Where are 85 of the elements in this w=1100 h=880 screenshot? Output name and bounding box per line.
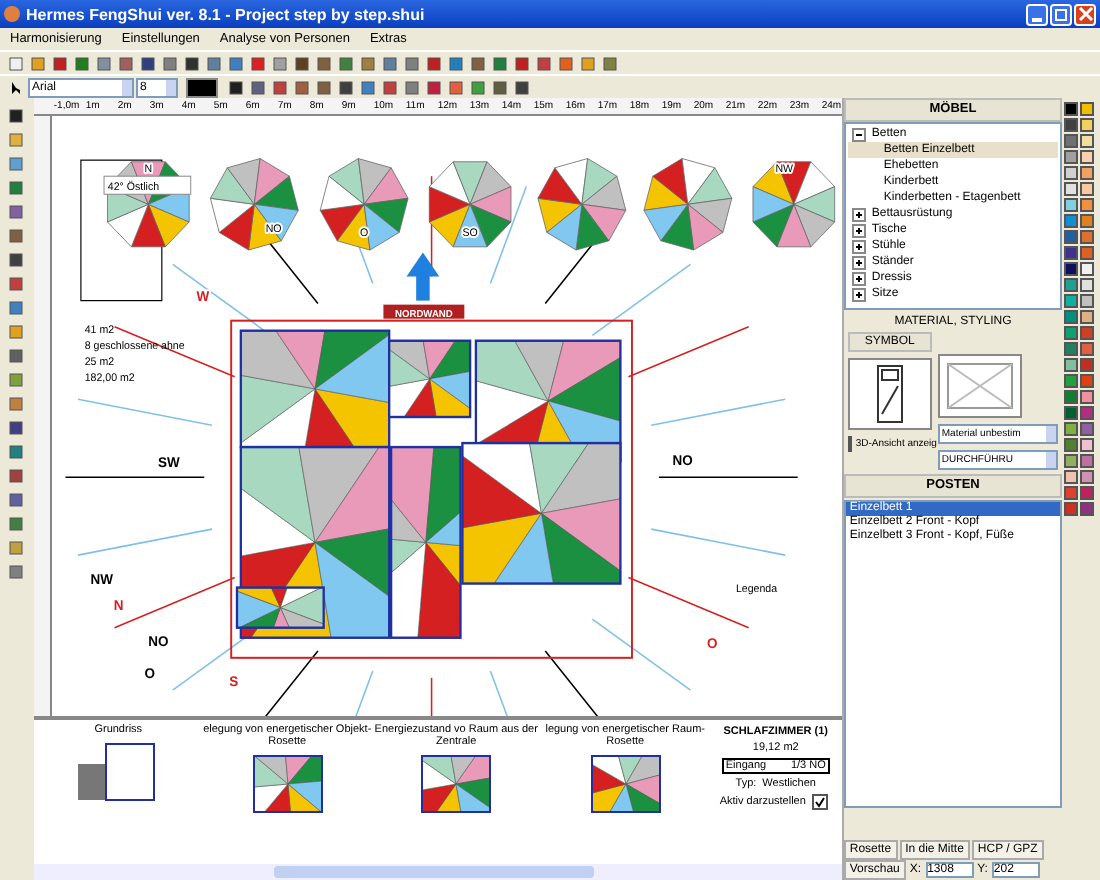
expand-icon[interactable] — [851, 255, 866, 269]
material-preview — [937, 354, 1022, 418]
north-wall-arrow — [406, 252, 440, 301]
color-swatch[interactable] — [1080, 358, 1095, 372]
color-swatch[interactable] — [1080, 214, 1095, 228]
color-swatch[interactable] — [1080, 406, 1095, 420]
close-button[interactable] — [1074, 3, 1096, 25]
tool-icon[interactable] — [6, 418, 27, 438]
color-swatch[interactable] — [1080, 278, 1095, 292]
color-swatch[interactable] — [1064, 182, 1079, 196]
wall-label-box — [383, 304, 465, 319]
color-swatch[interactable] — [1064, 102, 1079, 116]
color-swatch[interactable] — [1080, 198, 1095, 212]
collapse-icon[interactable] — [851, 127, 866, 141]
expand-icon[interactable] — [851, 271, 866, 285]
color-swatch[interactable] — [1064, 310, 1079, 324]
color-swatch[interactable] — [1080, 454, 1095, 468]
tool-icon[interactable] — [6, 106, 27, 126]
color-swatch[interactable] — [1064, 502, 1079, 516]
color-swatch[interactable] — [1080, 438, 1095, 452]
color-swatch[interactable] — [1080, 502, 1095, 516]
color-swatch[interactable] — [1080, 310, 1095, 324]
window-title: Hermes FengShui ver. 8.1 - Project step by step.shui — [26, 5, 427, 23]
expand-icon[interactable] — [851, 207, 866, 221]
color-swatch[interactable] — [1064, 374, 1079, 388]
rosette-drawing — [428, 161, 512, 248]
bed-symbol-icon — [847, 358, 932, 430]
color-swatch[interactable] — [1064, 470, 1079, 484]
color-swatch[interactable] — [1080, 326, 1095, 340]
pointer-icon[interactable] — [6, 77, 26, 97]
color-swatch[interactable] — [1064, 326, 1079, 340]
color-swatch[interactable] — [1080, 422, 1095, 436]
color-swatch[interactable] — [1080, 374, 1095, 388]
color-swatch[interactable] — [1064, 214, 1079, 228]
expand-icon[interactable] — [851, 223, 866, 237]
color-swatch[interactable] — [1080, 262, 1095, 276]
color-swatch[interactable] — [1080, 486, 1095, 500]
color-swatch[interactable] — [1080, 230, 1095, 244]
expand-icon[interactable] — [851, 239, 866, 253]
color-swatch[interactable] — [1064, 454, 1079, 468]
color-swatch[interactable] — [1080, 294, 1095, 308]
color-swatch[interactable] — [1064, 438, 1079, 452]
tool-icon[interactable] — [6, 466, 27, 486]
color-swatch[interactable] — [1064, 198, 1079, 212]
active-checkbox[interactable] — [811, 794, 828, 810]
color-swatch[interactable] — [1080, 246, 1095, 260]
color-swatch[interactable] — [1080, 118, 1095, 132]
rosette-drawing — [537, 158, 626, 251]
color-swatch[interactable] — [1064, 262, 1079, 276]
restore-icon — [1053, 6, 1069, 22]
color-swatch[interactable] — [1064, 486, 1079, 500]
color-swatch[interactable] — [1064, 150, 1079, 164]
color-swatch[interactable] — [1080, 390, 1095, 404]
color-swatch[interactable] — [1064, 246, 1079, 260]
color-swatch[interactable] — [1064, 230, 1079, 244]
color-swatch[interactable] — [1080, 134, 1095, 148]
expand-icon[interactable] — [851, 287, 866, 301]
color-picker[interactable] — [186, 77, 218, 97]
restore-button[interactable] — [1050, 3, 1072, 25]
color-swatch[interactable] — [1080, 102, 1095, 116]
color-swatch[interactable] — [1064, 294, 1079, 308]
color-swatch[interactable] — [1080, 470, 1095, 484]
color-swatch[interactable] — [1064, 166, 1079, 180]
color-swatch[interactable] — [1064, 134, 1079, 148]
color-swatch[interactable] — [1080, 166, 1095, 180]
app-icon — [4, 6, 20, 22]
color-swatch[interactable] — [1064, 118, 1079, 132]
color-swatch[interactable] — [1080, 182, 1095, 196]
color-swatch[interactable] — [1080, 150, 1095, 164]
horizontal-scrollbar[interactable] — [33, 864, 842, 880]
rosette-drawing — [643, 158, 732, 251]
color-swatch[interactable] — [1064, 342, 1079, 356]
direction-label-box — [103, 175, 191, 195]
rosette-drawing — [752, 161, 835, 248]
color-swatch[interactable] — [1080, 342, 1095, 356]
color-swatch[interactable] — [1064, 358, 1079, 372]
close-icon — [1077, 6, 1093, 22]
rosette-drawing — [209, 158, 299, 251]
color-swatch[interactable] — [1064, 278, 1079, 292]
rosette-drawing — [319, 158, 409, 251]
color-swatch[interactable] — [1064, 406, 1079, 420]
minimize-button[interactable] — [1026, 3, 1048, 25]
color-swatch[interactable] — [1064, 422, 1079, 436]
tool-icon[interactable] — [6, 250, 27, 270]
color-swatch[interactable] — [1064, 390, 1079, 404]
